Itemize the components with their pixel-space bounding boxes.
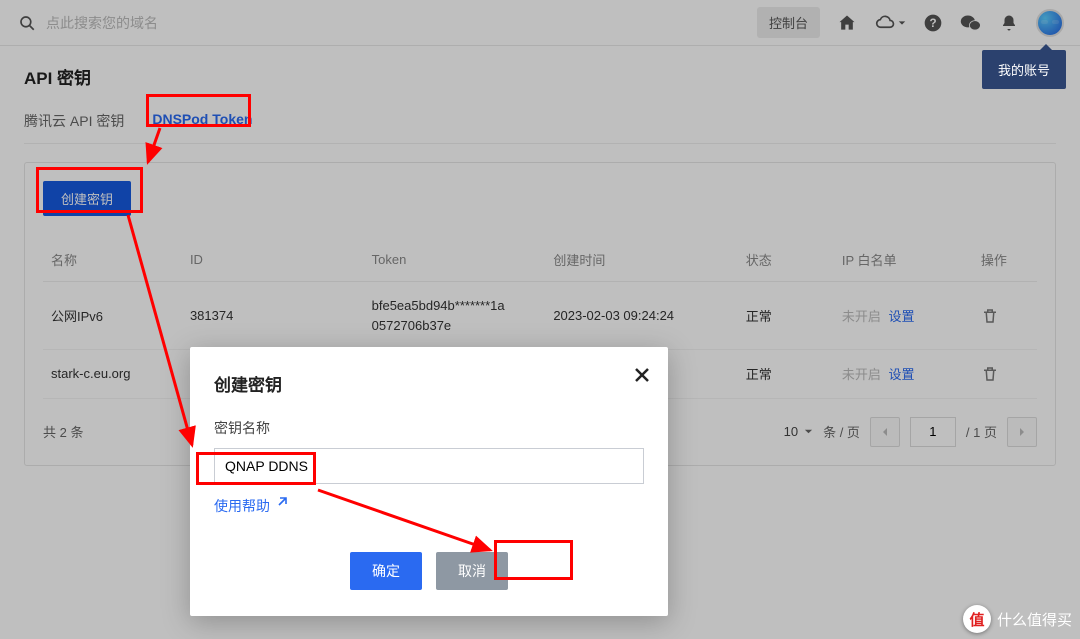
key-name-input[interactable]: [214, 448, 644, 484]
cancel-button[interactable]: 取消: [436, 552, 508, 590]
create-key-modal: 创建密钥 密钥名称 使用帮助 确定 取消: [190, 347, 668, 616]
close-icon[interactable]: [634, 367, 650, 383]
watermark-text: 什么值得买: [997, 609, 1072, 630]
help-link[interactable]: 使用帮助: [214, 496, 288, 516]
confirm-button[interactable]: 确定: [350, 552, 422, 590]
avatar-tooltip: 我的账号: [982, 50, 1066, 89]
watermark-badge: 值: [963, 605, 991, 633]
modal-title: 创建密钥: [214, 371, 644, 396]
watermark: 值 什么值得买: [963, 605, 1072, 633]
field-label: 密钥名称: [214, 418, 644, 438]
